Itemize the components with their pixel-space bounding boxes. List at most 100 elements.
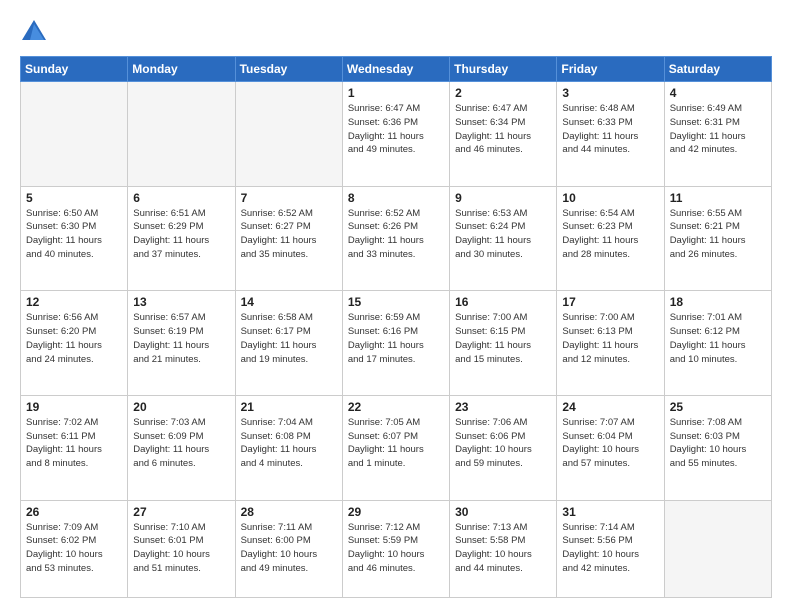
weekday-header-monday: Monday: [128, 57, 235, 82]
day-number: 30: [455, 505, 551, 519]
day-info: Sunrise: 6:48 AM Sunset: 6:33 PM Dayligh…: [562, 102, 658, 157]
day-number: 31: [562, 505, 658, 519]
day-number: 11: [670, 191, 766, 205]
calendar-cell: 17 Sunrise: 7:00 AM Sunset: 6:13 PM Dayli…: [557, 291, 664, 396]
calendar-cell: 31Sunrise: 7:14 AM Sunset: 5:56 PM Dayli…: [557, 500, 664, 598]
day-info: Sunrise: 7:09 AM Sunset: 6:02 PM Dayligh…: [26, 521, 122, 576]
day-number: 9: [455, 191, 551, 205]
logo-icon: [20, 18, 48, 46]
page: SundayMondayTuesdayWednesdayThursdayFrid…: [0, 0, 792, 612]
day-info: Sunrise: 6:50 AM Sunset: 6:30 PM Dayligh…: [26, 207, 122, 262]
day-number: 6: [133, 191, 229, 205]
calendar-cell: [664, 500, 771, 598]
day-info: Sunrise: 7:02 AM Sunset: 6:11 PM Dayligh…: [26, 416, 122, 471]
calendar-cell: [128, 82, 235, 187]
calendar-table: SundayMondayTuesdayWednesdayThursdayFrid…: [20, 56, 772, 598]
calendar-cell: 30 Sunrise: 7:13 AM Sunset: 5:58 PM Dayli…: [450, 500, 557, 598]
day-info: Sunrise: 6:52 AM Sunset: 6:27 PM Dayligh…: [241, 207, 337, 262]
calendar-cell: [235, 82, 342, 187]
day-number: 29: [348, 505, 444, 519]
calendar-cell: 4 Sunrise: 6:49 AM Sunset: 6:31 PM Daylig…: [664, 82, 771, 187]
calendar-cell: 29Sunrise: 7:12 AM Sunset: 5:59 PM Dayli…: [342, 500, 449, 598]
day-info: Sunrise: 7:13 AM Sunset: 5:58 PM Dayligh…: [455, 521, 551, 576]
day-number: 12: [26, 295, 122, 309]
logo: [20, 18, 52, 46]
day-info: Sunrise: 7:03 AM Sunset: 6:09 PM Dayligh…: [133, 416, 229, 471]
weekday-header-row: SundayMondayTuesdayWednesdayThursdayFrid…: [21, 57, 772, 82]
day-number: 27: [133, 505, 229, 519]
weekday-header-saturday: Saturday: [664, 57, 771, 82]
calendar-cell: 6 Sunrise: 6:51 AM Sunset: 6:29 PM Daylig…: [128, 186, 235, 291]
day-number: 24: [562, 400, 658, 414]
calendar-week-5: 26 Sunrise: 7:09 AM Sunset: 6:02 PM Dayli…: [21, 500, 772, 598]
calendar-cell: 14 Sunrise: 6:58 AM Sunset: 6:17 PM Dayli…: [235, 291, 342, 396]
calendar-cell: 2 Sunrise: 6:47 AM Sunset: 6:34 PM Daylig…: [450, 82, 557, 187]
weekday-header-thursday: Thursday: [450, 57, 557, 82]
header: [20, 18, 772, 46]
day-number: 2: [455, 86, 551, 100]
day-info: Sunrise: 6:58 AM Sunset: 6:17 PM Dayligh…: [241, 311, 337, 366]
day-number: 23: [455, 400, 551, 414]
calendar-cell: 19 Sunrise: 7:02 AM Sunset: 6:11 PM Dayli…: [21, 395, 128, 500]
calendar-cell: 7 Sunrise: 6:52 AM Sunset: 6:27 PM Daylig…: [235, 186, 342, 291]
calendar-cell: 22 Sunrise: 7:05 AM Sunset: 6:07 PM Dayli…: [342, 395, 449, 500]
day-number: 5: [26, 191, 122, 205]
day-number: 1: [348, 86, 444, 100]
day-info: Sunrise: 7:06 AM Sunset: 6:06 PM Dayligh…: [455, 416, 551, 471]
calendar-cell: 15 Sunrise: 6:59 AM Sunset: 6:16 PM Dayli…: [342, 291, 449, 396]
day-number: 20: [133, 400, 229, 414]
weekday-header-wednesday: Wednesday: [342, 57, 449, 82]
calendar-cell: 16 Sunrise: 7:00 AM Sunset: 6:15 PM Dayli…: [450, 291, 557, 396]
calendar-cell: 11 Sunrise: 6:55 AM Sunset: 6:21 PM Dayli…: [664, 186, 771, 291]
day-info: Sunrise: 6:54 AM Sunset: 6:23 PM Dayligh…: [562, 207, 658, 262]
day-number: 16: [455, 295, 551, 309]
day-number: 10: [562, 191, 658, 205]
day-info: Sunrise: 7:00 AM Sunset: 6:15 PM Dayligh…: [455, 311, 551, 366]
calendar-week-4: 19 Sunrise: 7:02 AM Sunset: 6:11 PM Dayli…: [21, 395, 772, 500]
day-info: Sunrise: 7:05 AM Sunset: 6:07 PM Dayligh…: [348, 416, 444, 471]
day-number: 7: [241, 191, 337, 205]
calendar-cell: 10 Sunrise: 6:54 AM Sunset: 6:23 PM Dayli…: [557, 186, 664, 291]
day-number: 18: [670, 295, 766, 309]
day-number: 26: [26, 505, 122, 519]
day-info: Sunrise: 6:52 AM Sunset: 6:26 PM Dayligh…: [348, 207, 444, 262]
day-number: 19: [26, 400, 122, 414]
calendar-week-2: 5 Sunrise: 6:50 AM Sunset: 6:30 PM Daylig…: [21, 186, 772, 291]
day-number: 8: [348, 191, 444, 205]
day-number: 3: [562, 86, 658, 100]
calendar-cell: 26 Sunrise: 7:09 AM Sunset: 6:02 PM Dayli…: [21, 500, 128, 598]
calendar-cell: 20 Sunrise: 7:03 AM Sunset: 6:09 PM Dayli…: [128, 395, 235, 500]
calendar-cell: 5 Sunrise: 6:50 AM Sunset: 6:30 PM Daylig…: [21, 186, 128, 291]
calendar-cell: 24 Sunrise: 7:07 AM Sunset: 6:04 PM Dayli…: [557, 395, 664, 500]
day-number: 22: [348, 400, 444, 414]
day-info: Sunrise: 6:49 AM Sunset: 6:31 PM Dayligh…: [670, 102, 766, 157]
day-info: Sunrise: 6:51 AM Sunset: 6:29 PM Dayligh…: [133, 207, 229, 262]
day-info: Sunrise: 7:01 AM Sunset: 6:12 PM Dayligh…: [670, 311, 766, 366]
calendar-cell: 18 Sunrise: 7:01 AM Sunset: 6:12 PM Dayli…: [664, 291, 771, 396]
calendar-cell: 21Sunrise: 7:04 AM Sunset: 6:08 PM Dayli…: [235, 395, 342, 500]
day-number: 21: [241, 400, 337, 414]
day-info: Sunrise: 6:59 AM Sunset: 6:16 PM Dayligh…: [348, 311, 444, 366]
day-number: 13: [133, 295, 229, 309]
calendar-cell: 9 Sunrise: 6:53 AM Sunset: 6:24 PM Daylig…: [450, 186, 557, 291]
calendar-week-3: 12Sunrise: 6:56 AM Sunset: 6:20 PM Dayli…: [21, 291, 772, 396]
day-number: 17: [562, 295, 658, 309]
day-info: Sunrise: 7:00 AM Sunset: 6:13 PM Dayligh…: [562, 311, 658, 366]
calendar-cell: 27 Sunrise: 7:10 AM Sunset: 6:01 PM Dayli…: [128, 500, 235, 598]
day-info: Sunrise: 7:07 AM Sunset: 6:04 PM Dayligh…: [562, 416, 658, 471]
calendar-week-1: 1Sunrise: 6:47 AM Sunset: 6:36 PM Daylig…: [21, 82, 772, 187]
day-number: 15: [348, 295, 444, 309]
day-number: 4: [670, 86, 766, 100]
day-info: Sunrise: 7:08 AM Sunset: 6:03 PM Dayligh…: [670, 416, 766, 471]
weekday-header-tuesday: Tuesday: [235, 57, 342, 82]
day-number: 14: [241, 295, 337, 309]
calendar-cell: 12Sunrise: 6:56 AM Sunset: 6:20 PM Dayli…: [21, 291, 128, 396]
day-number: 28: [241, 505, 337, 519]
calendar-cell: 1Sunrise: 6:47 AM Sunset: 6:36 PM Daylig…: [342, 82, 449, 187]
day-info: Sunrise: 6:47 AM Sunset: 6:34 PM Dayligh…: [455, 102, 551, 157]
day-info: Sunrise: 6:53 AM Sunset: 6:24 PM Dayligh…: [455, 207, 551, 262]
calendar-cell: 28Sunrise: 7:11 AM Sunset: 6:00 PM Dayli…: [235, 500, 342, 598]
day-number: 25: [670, 400, 766, 414]
day-info: Sunrise: 7:10 AM Sunset: 6:01 PM Dayligh…: [133, 521, 229, 576]
day-info: Sunrise: 6:55 AM Sunset: 6:21 PM Dayligh…: [670, 207, 766, 262]
